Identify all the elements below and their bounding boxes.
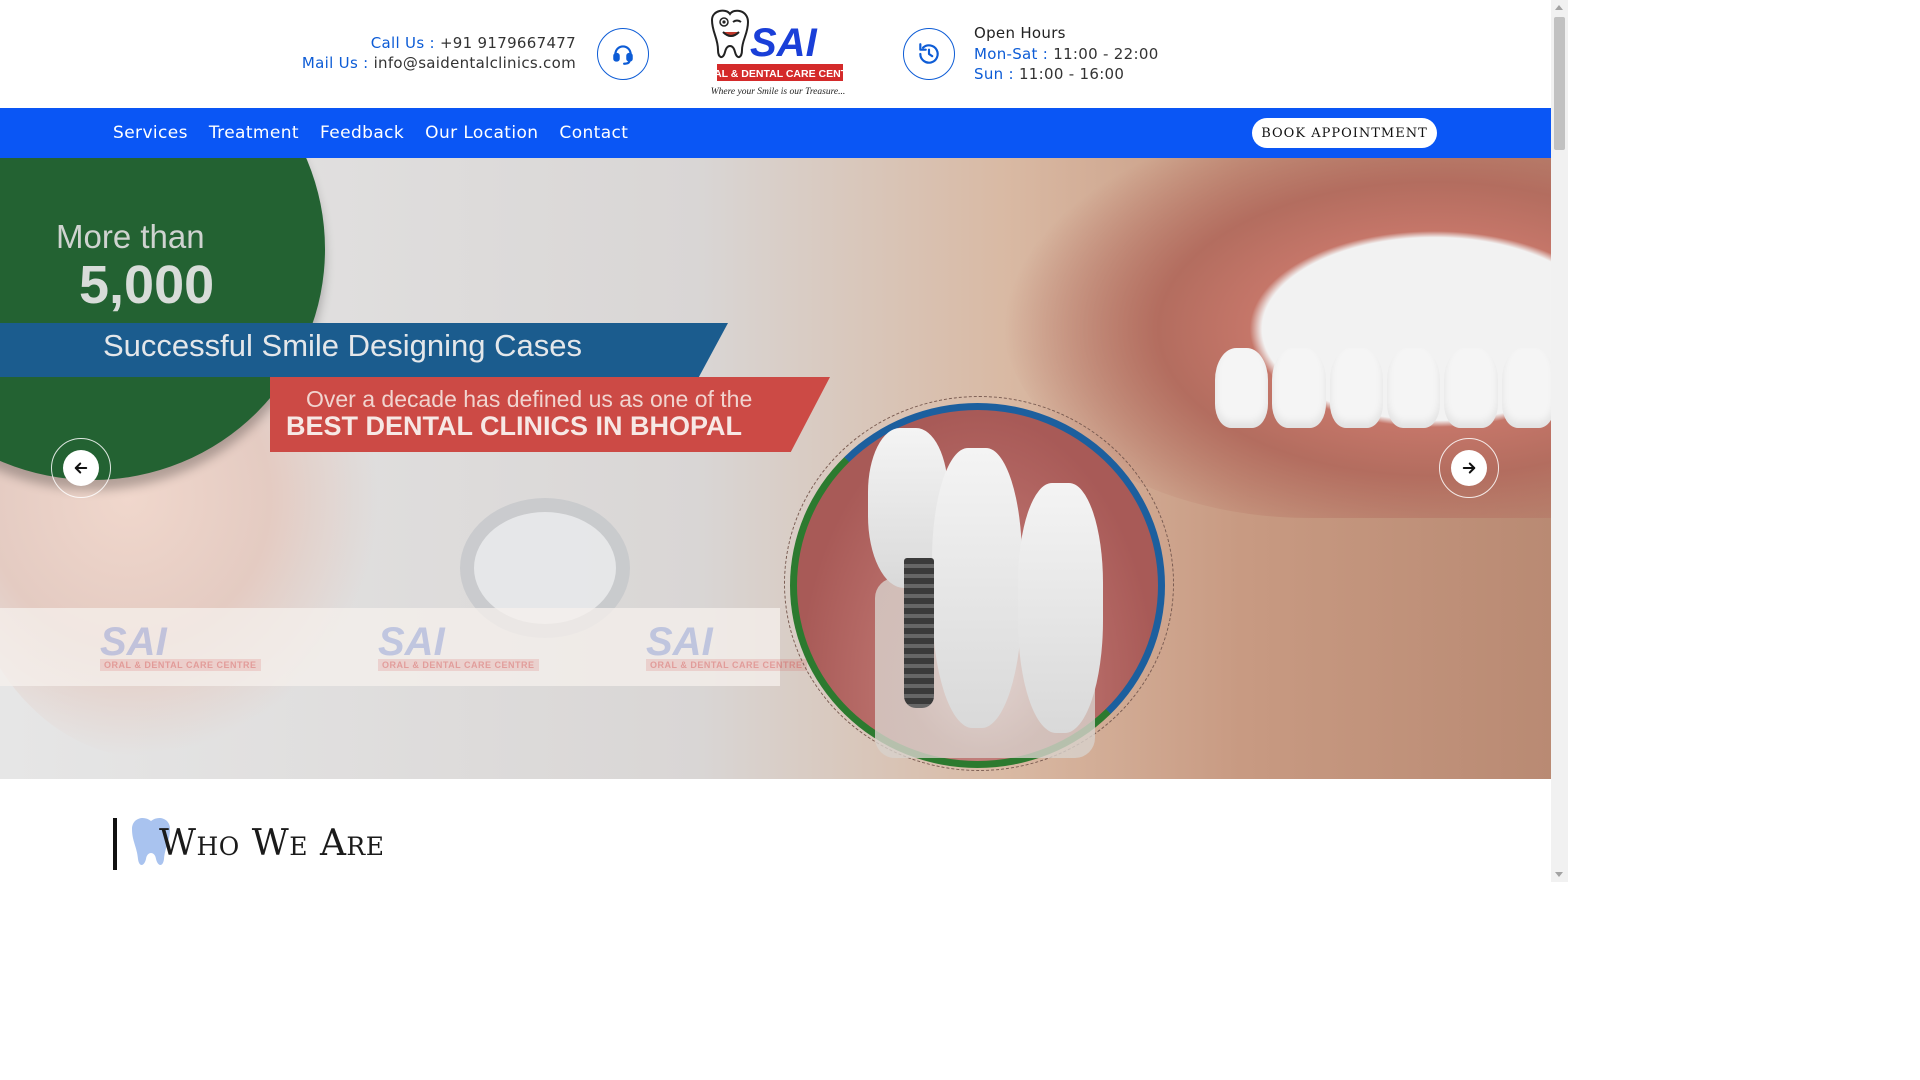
open-hours: Open Hours Mon-Sat : 11:00 - 22:00 Sun :… (974, 23, 1159, 85)
tooth-mascot-icon (710, 9, 750, 58)
vertical-scrollbar[interactable] (1551, 0, 1568, 882)
implant-screw-image (904, 558, 934, 708)
svg-text:Where your Smile is our Treasu: Where your Smile is our Treasure... (711, 87, 846, 97)
arrow-right-icon (1462, 462, 1476, 474)
call-number[interactable]: +91 9179667477 (440, 34, 576, 52)
weekday-label: Mon-Sat : (974, 44, 1049, 63)
weekday-hours-line: Mon-Sat : 11:00 - 22:00 (974, 44, 1159, 65)
svg-text:SAI: SAI (750, 21, 818, 65)
call-label: Call Us : (370, 34, 435, 52)
mail-line[interactable]: Mail Us : info@saidentalclinics.com (302, 53, 576, 73)
clinic-logo[interactable]: SAI ORAL & DENTAL CARE CENTRE Where your… (706, 8, 846, 100)
weekday-hours: 11:00 - 22:00 (1053, 44, 1159, 63)
scroll-thumb[interactable] (1554, 17, 1565, 150)
smile-teeth-image (1215, 348, 1551, 428)
blue-banner-text: Successful Smile Designing Cases (103, 328, 582, 363)
slider-next-button[interactable] (1439, 438, 1499, 498)
main-navbar: Services Treatment Feedback Our Location… (0, 108, 1551, 158)
book-appointment-button[interactable]: Book Appointment (1252, 118, 1437, 148)
mail-address[interactable]: info@saidentalclinics.com (374, 54, 576, 72)
logo-watermark: SAI ORAL & DENTAL CARE CENTRE (100, 620, 261, 671)
mail-label: Mail Us : (301, 54, 369, 72)
logo-watermark: SAI ORAL & DENTAL CARE CENTRE (646, 620, 807, 671)
top-header: Call Us : +91 9179667477 Mail Us : info@… (0, 0, 1551, 108)
hero-slider: More than 5,000 Successful Smile Designi… (0, 158, 1551, 779)
nav-menu: Services Treatment Feedback Our Location… (113, 108, 649, 158)
nav-item-contact[interactable]: Contact (559, 123, 628, 143)
nav-item-our-location[interactable]: Our Location (425, 123, 538, 143)
sunday-hours: 11:00 - 16:00 (1018, 65, 1125, 83)
sunday-hours-line: Sun : 11:00 - 16:00 (974, 64, 1159, 85)
arrow-left-icon (74, 462, 88, 474)
nav-item-feedback[interactable]: Feedback (320, 123, 404, 143)
nav-item-services[interactable]: Services (113, 123, 188, 143)
call-line[interactable]: Call Us : +91 9179667477 (302, 33, 576, 53)
slider-prev-button[interactable] (51, 438, 111, 498)
sunday-label: Sun : (974, 65, 1014, 83)
scroll-up-arrow[interactable] (1555, 5, 1563, 10)
who-we-are-heading: Who We Are (113, 818, 385, 870)
red-banner-line2: BEST DENTAL CLINICS IN BHOPAL (286, 411, 743, 441)
history-clock-icon (903, 28, 955, 80)
page: Call Us : +91 9179667477 Mail Us : info@… (0, 0, 1551, 882)
section-title-text: Who We Are (159, 823, 385, 864)
stat-prefix: More than (56, 218, 205, 255)
red-banner-line1: Over a decade has defined us as one of t… (306, 386, 753, 412)
stat-number: 5,000 (79, 255, 215, 315)
contact-info: Call Us : +91 9179667477 Mail Us : info@… (302, 33, 576, 73)
nav-item-treatment[interactable]: Treatment (209, 123, 299, 143)
headset-icon (597, 28, 649, 80)
logo-watermark: SAI ORAL & DENTAL CARE CENTRE (378, 620, 539, 671)
scroll-down-arrow[interactable] (1555, 872, 1563, 877)
svg-text:ORAL & DENTAL CARE CENTRE: ORAL & DENTAL CARE CENTRE (706, 68, 846, 80)
tooth-root-image (932, 448, 1022, 728)
tooth-root-image (1018, 483, 1103, 733)
hours-title: Open Hours (974, 24, 1066, 42)
